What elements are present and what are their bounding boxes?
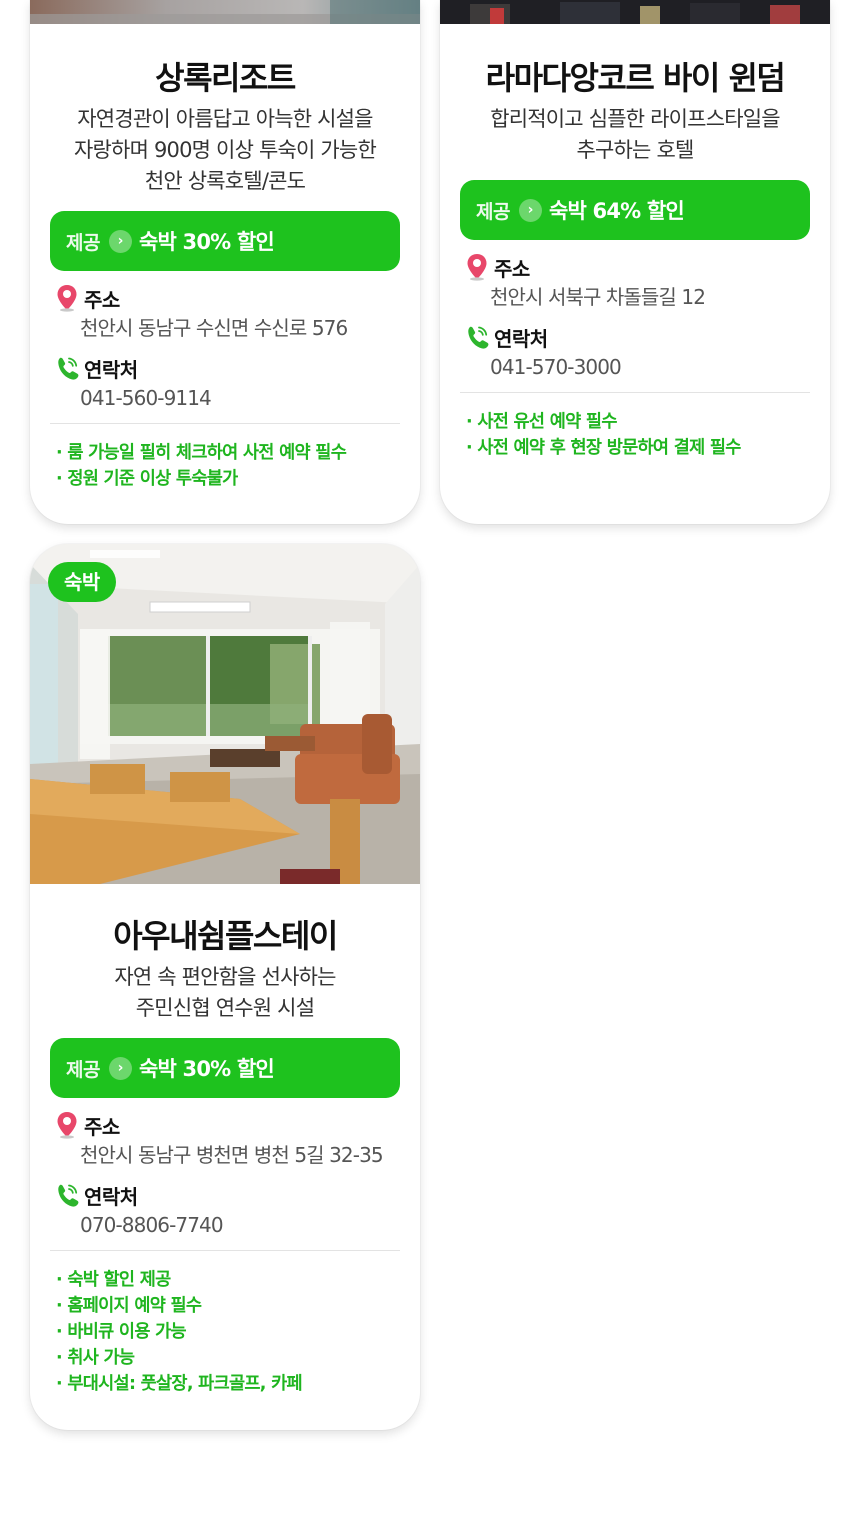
phone-number[interactable]: 041-570-3000 bbox=[464, 352, 806, 382]
facility-info: 주소 천안시 서북구 차돌들길 12 연락처 041-570-3000 bbox=[460, 240, 810, 382]
offer-text: 숙박 64% 할인 bbox=[548, 199, 685, 223]
facility-info: 주소 천안시 동남구 병천면 병천 5길 32-35 연락처 070-8806-… bbox=[50, 1098, 400, 1240]
address-value: 천안시 동남구 수신면 수신로 576 bbox=[80, 316, 348, 340]
phone-number[interactable]: 041-560-9114 bbox=[54, 383, 396, 413]
facility-info: 주소 천안시 동남구 수신면 수신로 576 연락처 041-560-9114 bbox=[50, 271, 400, 413]
facility-photo bbox=[440, 0, 830, 24]
offer-label: 제공 bbox=[476, 200, 510, 223]
offer-text: 숙박 30% 할인 bbox=[138, 230, 275, 254]
note-item: · 숙박 할인 제공 bbox=[56, 1270, 171, 1290]
phone-icon bbox=[54, 1181, 80, 1209]
facility-description: 자연경관이 아름답고 아늑한 시설을 자랑하며 900명 이상 투숙이 가능한 … bbox=[74, 107, 377, 193]
facility-photo: 숙박 bbox=[30, 544, 420, 884]
facility-card-sangrok[interactable]: 상록리조트 자연경관이 아름답고 아늑한 시설을 자랑하며 900명 이상 투숙… bbox=[30, 0, 420, 524]
facility-description: 자연 속 편안함을 선사하는 주민신협 연수원 시설 bbox=[114, 965, 336, 1020]
contact-label: 연락처 bbox=[84, 357, 138, 382]
category-badge: 숙박 bbox=[48, 562, 116, 602]
facility-card-aunae[interactable]: 숙박 아우내쉼플스테이 자연 속 편안함을 선사하는 주민신협 연수원 시설 제… bbox=[30, 544, 420, 1430]
map-pin-icon bbox=[54, 284, 80, 312]
discount-offer-banner: 제공 › 숙박 30% 할인 bbox=[50, 1038, 400, 1098]
address-label: 주소 bbox=[84, 1114, 120, 1139]
facility-title: 아우내쉼플스테이 bbox=[113, 917, 338, 955]
address-label: 주소 bbox=[84, 287, 120, 312]
note-item: · 정원 기준 이상 투숙불가 bbox=[56, 469, 238, 489]
note-item: · 취사 가능 bbox=[56, 1348, 135, 1368]
note-item: · 바비큐 이용 가능 bbox=[56, 1322, 187, 1342]
offer-label: 제공 bbox=[66, 231, 100, 254]
map-pin-icon bbox=[464, 253, 490, 281]
facility-title: 라마다앙코르 바이 윈덤 bbox=[485, 59, 786, 97]
offer-label: 제공 bbox=[66, 1058, 100, 1081]
note-item: · 룸 가능일 필히 체크하여 사전 예약 필수 bbox=[56, 443, 347, 463]
address-value: 천안시 서북구 차돌들길 12 bbox=[490, 285, 706, 309]
chevron-right-circle-icon: › bbox=[108, 229, 132, 253]
contact-label: 연락처 bbox=[494, 326, 548, 351]
offer-text: 숙박 30% 할인 bbox=[138, 1057, 275, 1081]
facility-title: 상록리조트 bbox=[155, 59, 296, 97]
chevron-right-circle-icon: › bbox=[518, 198, 542, 222]
address-label: 주소 bbox=[494, 256, 530, 281]
note-item: · 부대시설: 풋살장, 파크골프, 카페 bbox=[56, 1374, 303, 1394]
facility-notes: · 사전 유선 예약 필수 · 사전 예약 후 현장 방문하여 결제 필수 bbox=[460, 393, 810, 481]
facility-notes: · 숙박 할인 제공 · 홈페이지 예약 필수 · 바비큐 이용 가능 · 취사… bbox=[50, 1251, 400, 1417]
facility-card-ramada[interactable]: 라마다앙코르 바이 윈덤 합리적이고 심플한 라이프스타일을 추구하는 호텔 제… bbox=[440, 0, 830, 524]
contact-label: 연락처 bbox=[84, 1184, 138, 1209]
map-pin-icon bbox=[54, 1111, 80, 1139]
address-value: 천안시 동남구 병천면 병천 5길 32-35 bbox=[80, 1143, 384, 1167]
chevron-right-circle-icon: › bbox=[108, 1056, 132, 1080]
facility-notes: · 룸 가능일 필히 체크하여 사전 예약 필수 · 정원 기준 이상 투숙불가 bbox=[50, 424, 400, 512]
note-item: · 사전 예약 후 현장 방문하여 결제 필수 bbox=[466, 438, 741, 458]
facility-description: 합리적이고 심플한 라이프스타일을 추구하는 호텔 bbox=[490, 107, 780, 162]
facility-photo bbox=[30, 0, 420, 24]
phone-number[interactable]: 070-8806-7740 bbox=[54, 1210, 396, 1240]
phone-icon bbox=[464, 323, 490, 351]
discount-offer-banner: 제공 › 숙박 64% 할인 bbox=[460, 180, 810, 240]
note-item: · 사전 유선 예약 필수 bbox=[466, 412, 617, 432]
note-item: · 홈페이지 예약 필수 bbox=[56, 1296, 202, 1316]
discount-offer-banner: 제공 › 숙박 30% 할인 bbox=[50, 211, 400, 271]
phone-icon bbox=[54, 354, 80, 382]
